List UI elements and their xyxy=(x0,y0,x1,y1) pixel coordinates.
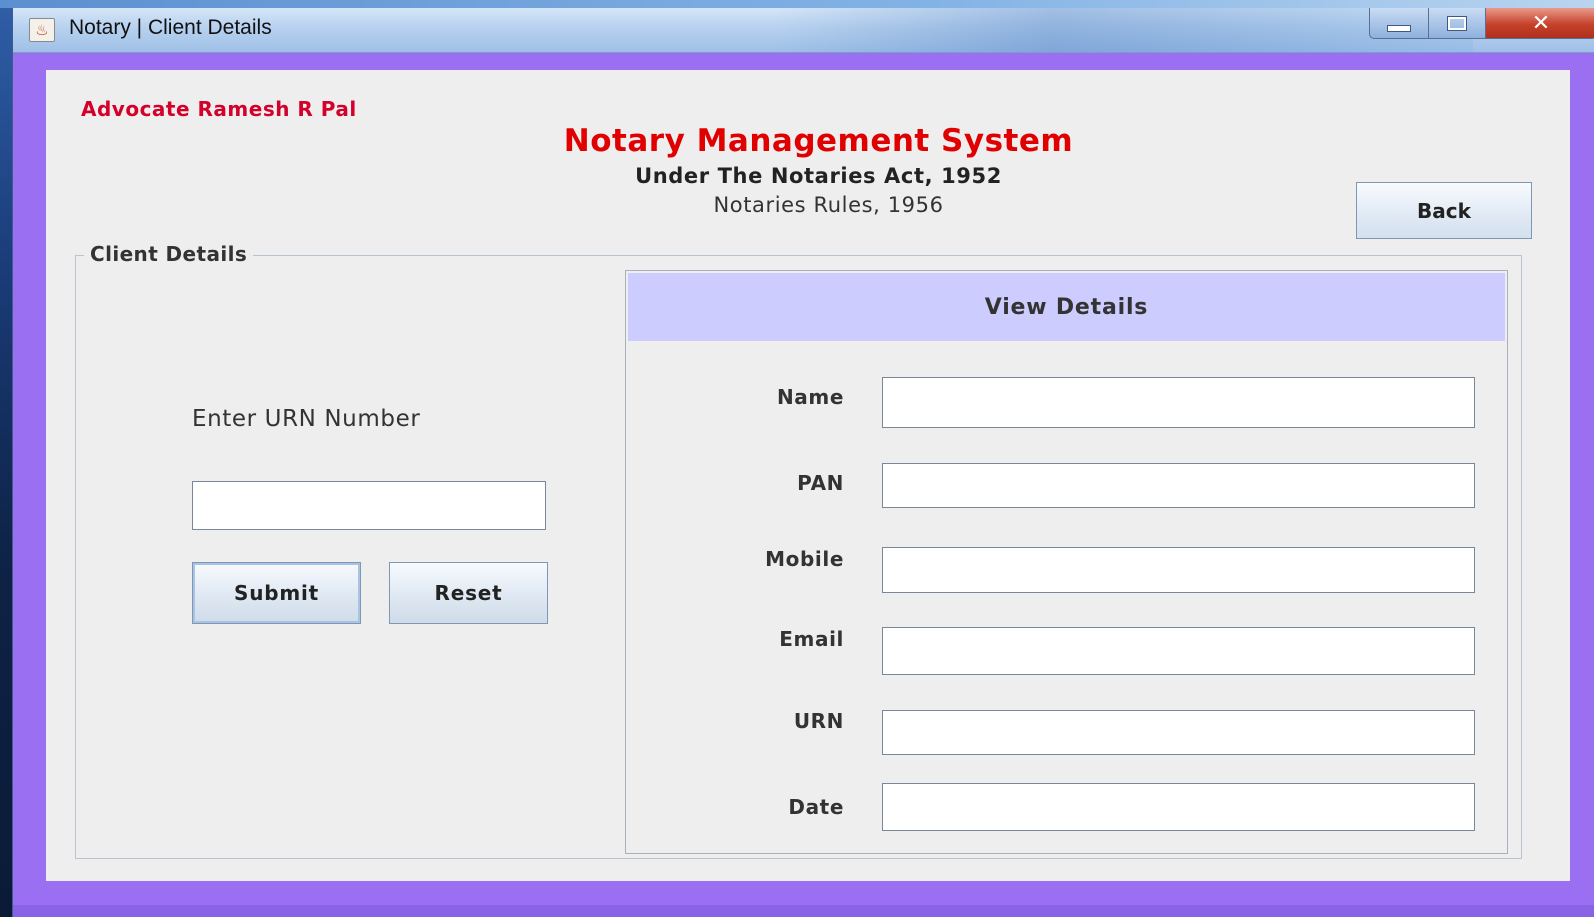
urn-input[interactable] xyxy=(192,481,546,530)
content-pane: Advocate Ramesh R Pal Notary Management … xyxy=(46,70,1570,881)
java-app-icon[interactable]: ♨ xyxy=(29,18,55,42)
minimize-button[interactable] xyxy=(1369,8,1429,39)
email-field[interactable] xyxy=(882,627,1475,675)
client-details-group: Client Details Enter URN Number Submit R… xyxy=(75,242,1522,859)
pan-label: PAN xyxy=(797,471,844,495)
urn-label: URN xyxy=(793,709,844,733)
date-field[interactable] xyxy=(882,783,1475,831)
urn-prompt-label: Enter URN Number xyxy=(192,406,421,432)
date-label: Date xyxy=(788,795,844,819)
email-label: Email xyxy=(779,627,844,651)
advocate-name: Advocate Ramesh R Pal xyxy=(81,97,357,121)
view-details-heading: View Details xyxy=(628,273,1505,341)
act-subtitle: Under The Notaries Act, 1952 xyxy=(635,164,1002,188)
name-field[interactable] xyxy=(882,377,1475,428)
reset-button[interactable]: Reset xyxy=(389,562,548,624)
close-button[interactable]: ✕ xyxy=(1485,8,1594,39)
desktop-background xyxy=(0,0,12,917)
back-button[interactable]: Back xyxy=(1356,182,1532,239)
desktop-top-edge xyxy=(0,0,1594,8)
system-title: Notary Management System xyxy=(563,123,1074,159)
mobile-field[interactable] xyxy=(882,547,1475,593)
title-bar[interactable]: ♨ Notary | Client Details xyxy=(13,8,1594,53)
group-legend: Client Details xyxy=(84,242,254,266)
app-window: ♨ Notary | Client Details ✕ Advocate Ram… xyxy=(12,8,1594,917)
maximize-icon xyxy=(1447,15,1467,31)
view-details-panel: View Details Name PAN Mobile Email URN D… xyxy=(625,270,1508,854)
rules-subtitle: Notaries Rules, 1956 xyxy=(713,193,944,217)
submit-button[interactable]: Submit xyxy=(192,562,361,624)
window-title: Notary | Client Details xyxy=(69,16,272,39)
urn-field[interactable] xyxy=(882,710,1475,755)
maximize-button[interactable] xyxy=(1428,8,1486,39)
mobile-label: Mobile xyxy=(765,547,844,571)
window-bottom-border xyxy=(13,905,1594,917)
close-icon: ✕ xyxy=(1531,10,1551,36)
minimize-icon xyxy=(1387,24,1411,32)
name-label: Name xyxy=(776,385,844,409)
pan-field[interactable] xyxy=(882,463,1475,508)
